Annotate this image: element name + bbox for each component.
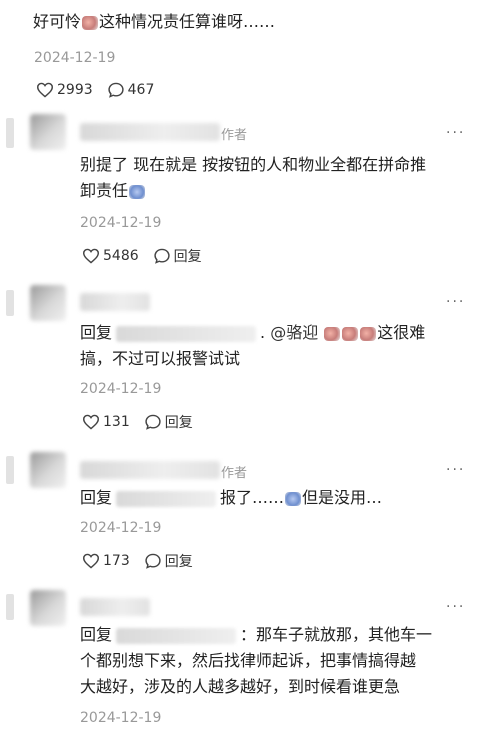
- more-options-button[interactable]: ···: [446, 599, 465, 615]
- comment-bubble-icon: [154, 248, 170, 264]
- reply-text: 回复. @骆迎 这很难 搞，不过可以报警试试: [80, 323, 426, 368]
- username-redacted[interactable]: [80, 598, 150, 616]
- reply-prefix: 回复: [80, 323, 113, 342]
- reply-label: 回复: [173, 249, 202, 265]
- reply-text-line-b: 搞，不过可以报警试试: [80, 349, 241, 368]
- like-button[interactable]: 131: [82, 414, 130, 430]
- reply-button[interactable]: 回复: [144, 551, 193, 571]
- cry-emoji-icon: [360, 326, 377, 341]
- side-marker: [6, 290, 14, 316]
- reply-stats: 173 回复: [82, 551, 207, 571]
- cry-emoji-icon: [324, 326, 341, 341]
- like-count: 131: [103, 414, 130, 430]
- reply-button[interactable]: 回复: [144, 412, 193, 432]
- like-button[interactable]: 2993: [36, 82, 93, 98]
- comment-bubble-icon: [145, 553, 161, 569]
- mention-link[interactable]: @骆迎: [270, 323, 318, 342]
- reply-text: 回复 ：那车子就放那，其他车一 个都别想下来，然后找律师起诉，把事情搞得越 大越好…: [80, 622, 480, 700]
- top-comment-stats: 2993 467: [36, 82, 168, 98]
- top-fade: [0, 0, 499, 14]
- like-count: 2993: [57, 82, 93, 98]
- comment-button[interactable]: 467: [107, 82, 155, 98]
- avatar[interactable]: [30, 590, 66, 626]
- more-options-button[interactable]: ···: [446, 462, 465, 478]
- sweat-emoji-icon: [285, 491, 302, 506]
- reply-prefix: 回复: [80, 488, 113, 507]
- avatar[interactable]: [30, 114, 66, 150]
- reply-date: 2024-12-19: [80, 710, 162, 726]
- reply-label: 回复: [164, 554, 193, 570]
- side-marker: [6, 594, 14, 620]
- reply-text: 回复 报了…… 但是没用…: [80, 485, 480, 511]
- reply-date: 2024-12-19: [80, 381, 162, 397]
- avatar[interactable]: [30, 285, 66, 321]
- reply-date: 2024-12-19: [80, 215, 162, 231]
- pitiful-emoji-icon: [82, 15, 99, 30]
- reply-text-line-a: ：那车子就放那，其他车一: [240, 625, 433, 644]
- heart-icon: [82, 553, 100, 569]
- reply-text-line-b: 个都别想下来，然后找律师起诉，把事情搞得越: [80, 651, 417, 670]
- top-comment-date: 2024-12-19: [34, 50, 116, 66]
- replied-user-redacted: [116, 627, 237, 644]
- reply-text-line-a: 这很难: [377, 323, 426, 342]
- author-tag: 作者: [221, 128, 248, 143]
- sweat-emoji-icon: [129, 184, 146, 199]
- reply-label: 回复: [164, 415, 193, 431]
- heart-icon: [82, 248, 100, 264]
- replied-user-redacted: [116, 325, 257, 342]
- top-comment-text-b: 这种情况责任算谁呀……: [99, 12, 276, 31]
- reply-text-line-a: 报了……: [220, 488, 285, 507]
- comment-bubble-icon: [108, 82, 124, 98]
- like-count: 5486: [103, 248, 139, 264]
- like-button[interactable]: 5486: [82, 248, 139, 264]
- top-comment-text-a: 好可怜: [33, 12, 82, 31]
- side-marker: [6, 456, 14, 484]
- more-options-button[interactable]: ···: [446, 125, 465, 141]
- heart-icon: [82, 414, 100, 430]
- username-redacted[interactable]: [80, 123, 220, 141]
- heart-icon: [36, 82, 54, 98]
- reply-date: 2024-12-19: [80, 520, 162, 536]
- cry-emoji-icon: [342, 326, 359, 341]
- reply-stats: 5486 回复: [82, 246, 216, 266]
- reply-stats: 131 回复: [82, 412, 207, 432]
- replied-user-redacted: [116, 490, 217, 507]
- author-tag: 作者: [221, 466, 248, 481]
- reply-text-line-b: 但是没用…: [302, 488, 383, 507]
- reply-text: 别提了 现在就是 按按钮的人和物业全都在拼命推 卸责任: [80, 152, 480, 204]
- reply-button[interactable]: 回复: [153, 246, 202, 266]
- avatar[interactable]: [30, 452, 66, 488]
- reply-text-line-b: 卸责任: [80, 181, 129, 200]
- username-redacted[interactable]: [80, 293, 150, 311]
- reply-text-line-a: 别提了 现在就是 按按钮的人和物业全都在拼命推: [80, 155, 427, 174]
- comment-count: 467: [127, 82, 155, 98]
- more-options-button[interactable]: ···: [446, 294, 465, 310]
- reply-text-line-c: 大越好，涉及的人越多越好，到时候看谁更急: [80, 677, 401, 696]
- like-button[interactable]: 173: [82, 553, 130, 569]
- username-redacted[interactable]: [80, 461, 220, 479]
- comment-bubble-icon: [145, 414, 161, 430]
- side-marker: [6, 118, 14, 148]
- reply-prefix: 回复: [80, 625, 113, 644]
- like-count: 173: [103, 553, 130, 569]
